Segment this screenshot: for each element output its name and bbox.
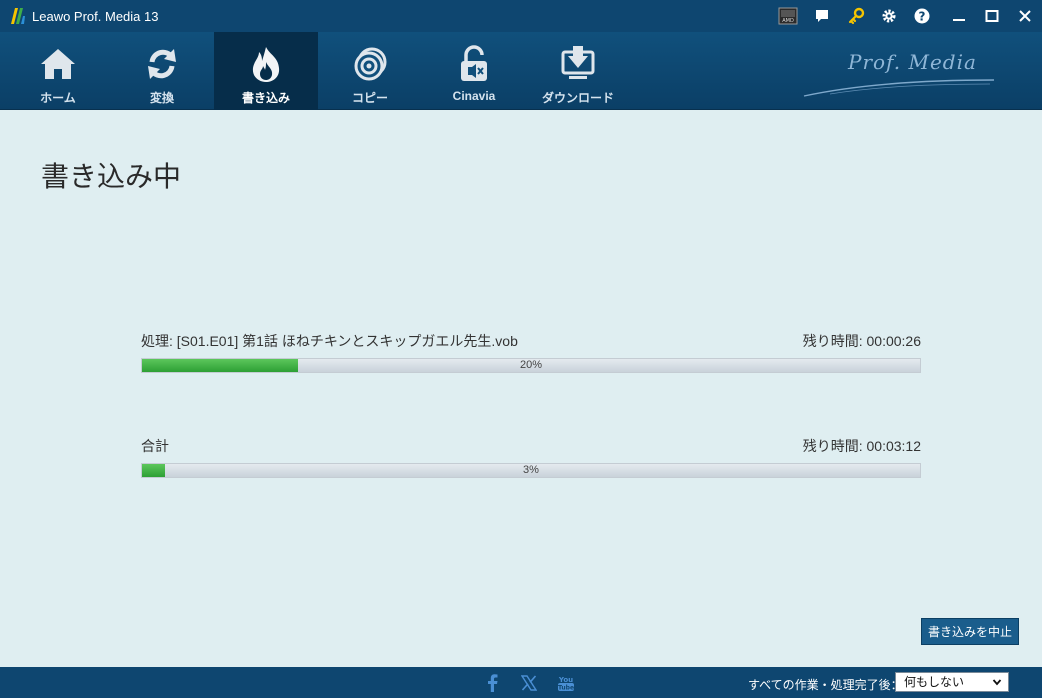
nav-download[interactable]: ダウンロード — [526, 32, 630, 110]
nav-burn[interactable]: 書き込み — [214, 32, 318, 110]
nav-home-label: ホーム — [40, 91, 76, 105]
chevron-down-icon — [992, 679, 1002, 686]
nav-convert-label: 変換 — [149, 91, 174, 105]
nav-cinavia[interactable]: Cinavia — [422, 32, 526, 110]
current-file-label: 処理: [S01.E01] 第1話 ほねチキンとスキップガエル先生.vob — [141, 333, 518, 349]
status-footer: You Tube すべての作業・処理完了後： 何もしない — [0, 667, 1042, 698]
nav-copy-label: コピー — [351, 91, 388, 105]
app-title: Leawo Prof. Media 13 — [32, 9, 159, 24]
copy-disc-icon — [350, 44, 390, 84]
burn-progress-panel: 書き込み中 処理: [S01.E01] 第1話 ほねチキンとスキップガエル先生.… — [0, 111, 1042, 667]
key-icon[interactable] — [846, 6, 866, 26]
download-icon — [558, 44, 598, 84]
svg-text:AMD: AMD — [782, 18, 794, 24]
current-remaining-time: 残り時間: 00:00:26 — [802, 333, 921, 349]
app-logo-icon — [11, 8, 25, 24]
nav-download-label: ダウンロード — [541, 91, 614, 105]
facebook-icon[interactable] — [483, 674, 501, 692]
maximize-icon[interactable] — [982, 6, 1002, 26]
main-toolbar: ホーム 変換 書き込み コピー Cinavia ダウンロード Prof. Med… — [0, 32, 1042, 110]
stop-burn-button[interactable]: 書き込みを中止 — [921, 618, 1019, 645]
x-twitter-icon[interactable] — [520, 674, 538, 692]
total-remaining-time: 残り時間: 00:03:12 — [802, 438, 921, 454]
nav-convert[interactable]: 変換 — [110, 32, 214, 110]
nav-home[interactable]: ホーム — [6, 32, 110, 110]
youtube-icon[interactable]: You Tube — [557, 674, 575, 692]
amd-badge-icon[interactable]: AMD — [778, 6, 798, 26]
current-progress-bar: 20% — [141, 358, 921, 373]
total-progress-bar: 3% — [141, 463, 921, 478]
nav-cinavia-label: Cinavia — [452, 89, 496, 103]
nav-copy[interactable]: コピー — [318, 32, 422, 110]
brand-logo: Prof. Media — [800, 44, 1000, 100]
feedback-icon[interactable] — [812, 6, 832, 26]
settings-gear-icon[interactable] — [879, 6, 899, 26]
current-progress-percent: 20% — [519, 359, 543, 371]
title-bar: Leawo Prof. Media 13 AMD ? — [0, 0, 1042, 32]
page-title: 書き込み中 — [41, 161, 182, 192]
cinavia-lock-icon — [454, 44, 494, 84]
total-progress-percent: 3% — [523, 464, 539, 476]
convert-icon — [142, 44, 182, 84]
nav-burn-label: 書き込み — [241, 91, 290, 105]
svg-text:You: You — [558, 676, 573, 684]
home-icon — [38, 44, 78, 84]
close-icon[interactable] — [1015, 6, 1035, 26]
help-icon[interactable]: ? — [912, 6, 932, 26]
total-label: 合計 — [141, 438, 169, 454]
minimize-icon[interactable] — [949, 6, 969, 26]
after-completion-label: すべての作業・処理完了後： — [748, 678, 903, 692]
svg-text:?: ? — [919, 10, 926, 24]
burn-icon — [246, 44, 286, 84]
after-completion-value: 何もしない — [904, 675, 965, 689]
after-completion-select[interactable]: 何もしない — [895, 672, 1009, 692]
brand-swoosh-icon — [803, 79, 995, 97]
svg-text:Tube: Tube — [558, 685, 574, 692]
